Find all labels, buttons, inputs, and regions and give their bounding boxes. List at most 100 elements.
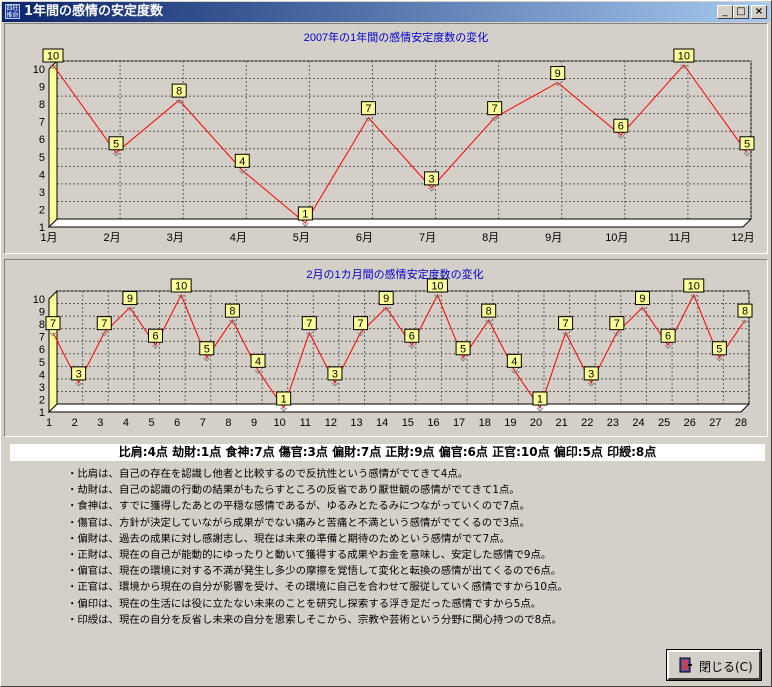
y-tick-label: 4	[39, 169, 45, 181]
x-tick-label: 19	[504, 417, 516, 429]
data-label: 9	[127, 293, 133, 305]
data-label: 7	[357, 318, 363, 330]
data-label: 6	[409, 331, 415, 343]
data-label: 6	[152, 331, 158, 343]
close-window-button[interactable]: ×	[751, 5, 767, 19]
x-tick-label: 5	[148, 417, 154, 429]
x-tick-label: 14	[376, 417, 388, 429]
y-tick-label: 2	[39, 394, 45, 406]
x-tick-label: 1	[46, 417, 52, 429]
close-button[interactable]: 閉じる(C)	[666, 649, 762, 681]
data-label: 3	[332, 368, 338, 380]
x-tick-label: 21	[555, 417, 567, 429]
x-tick-label: 8	[225, 417, 231, 429]
data-label: 3	[428, 173, 434, 185]
data-label: 3	[76, 368, 82, 380]
y-tick-label: 4	[39, 369, 45, 381]
data-label: 8	[176, 86, 182, 98]
data-label: 3	[588, 368, 594, 380]
data-label: 7	[365, 103, 371, 115]
x-tick-label: 3	[97, 417, 103, 429]
title-bar[interactable]: 四柱推命 1年間の感情の安定度数 _ □ ×	[2, 2, 770, 22]
data-label: 8	[486, 306, 492, 318]
x-tick-label: 13	[350, 417, 362, 429]
description-item: ・比肩は、自己の存在を認識し他者と比較するので反抗性という感情がでてきて4点。	[67, 468, 469, 480]
x-tick-label: 11月	[669, 232, 691, 244]
data-label: 8	[742, 306, 748, 318]
data-label: 9	[639, 293, 645, 305]
data-label: 7	[492, 103, 498, 115]
data-label: 9	[555, 68, 561, 80]
description-item: ・印綬は、現在の自分を反省し未来の自分を思索しそこから、宗教や芸術という分野に関…	[67, 613, 562, 626]
description-item: ・正財は、現在の自己が能動的にゆったりと動いて獲得する成果やお金を意味し、安定し…	[67, 548, 552, 561]
maximize-button[interactable]: □	[733, 5, 749, 19]
x-tick-label: 6	[174, 417, 180, 429]
x-tick-label: 1月	[40, 232, 57, 244]
main-window: 四柱推命 1年間の感情の安定度数 _ □ × 2007年の1年間の感情安定度数の…	[0, 0, 772, 687]
data-label: 6	[665, 331, 671, 343]
description-item: ・偏官は、現在の環境に対する不満が発生し多少の摩擦を覚悟して変化と転換の感情が出…	[67, 565, 562, 578]
data-label: 7	[50, 318, 56, 330]
data-label: 1	[537, 394, 543, 406]
door-exit-icon	[679, 657, 692, 673]
plot-floor	[47, 403, 751, 413]
data-label: 5	[744, 138, 750, 150]
x-tick-label: 10	[274, 417, 286, 429]
x-tick-label: 23	[607, 417, 619, 429]
description-item: ・正官は、環境から現在の自分が影響を受け、その環境に自己を合わせて服従していく感…	[67, 581, 568, 594]
description-item: ・傷官は、方針が決定していながら成果がでない痛みと苦痛と不満という感情がでてくる…	[67, 516, 530, 529]
x-tick-label: 4月	[230, 232, 247, 244]
data-label: 9	[383, 293, 389, 305]
x-tick-label: 4	[123, 417, 129, 429]
x-tick-label: 7月	[419, 232, 436, 244]
window-title: 1年間の感情の安定度数	[24, 4, 164, 19]
yearly-chart: 2007年の1年間の感情安定度数の変化 1 2 3 4 5 6 7 8 9 10 1月 2月 3月 4月 5月…	[33, 30, 755, 244]
data-label: 10	[175, 281, 187, 293]
data-label: 10	[431, 281, 443, 293]
data-label: 5	[204, 343, 210, 355]
y-tick-label: 9	[39, 307, 45, 319]
data-label: 10	[47, 51, 59, 63]
y-tick-label: 5	[39, 357, 45, 369]
x-tick-label: 25	[658, 417, 670, 429]
x-tick-label: 10月	[605, 232, 628, 244]
description-list: ・比肩は、自己の存在を認識し他者と比較するので反抗性という感情がでてきて4点。・…	[67, 466, 568, 628]
minimize-button[interactable]: _	[717, 5, 733, 19]
x-tick-label: 16	[427, 417, 439, 429]
x-tick-label: 22	[581, 417, 593, 429]
x-tick-label: 27	[709, 417, 721, 429]
plot-side-wall	[48, 59, 58, 229]
x-tick-label: 9月	[545, 232, 562, 244]
data-label: 5	[113, 138, 119, 150]
x-tick-label: 8月	[482, 232, 499, 244]
data-label: 10	[678, 51, 690, 63]
y-tick-label: 9	[39, 82, 45, 94]
description-item: ・偏財は、過去の成果に対し感謝志し、現在は未来の準備と期待のためという感情がでて…	[67, 532, 511, 545]
app-icon[interactable]: 四柱推命	[5, 4, 20, 19]
data-label: 4	[511, 356, 517, 368]
x-tick-label: 9	[251, 417, 257, 429]
x-tick-label: 11	[300, 417, 311, 429]
x-tick-label: 26	[684, 417, 696, 429]
score-summary: 比肩:4点 劫財:1点 食神:7点 傷官:3点 偏財:7点 正財:9点 偏官:6…	[10, 444, 765, 461]
y-tick-label: 2	[39, 204, 45, 216]
data-label: 1	[302, 209, 308, 221]
y-tick-label: 7	[39, 332, 45, 344]
data-label: 4	[255, 356, 261, 368]
x-tick-label: 28	[735, 417, 747, 429]
x-tick-label: 7	[200, 417, 206, 429]
y-tick-label: 10	[33, 294, 45, 306]
y-tick-label: 8	[39, 319, 45, 331]
x-tick-label: 12月	[731, 232, 754, 244]
x-tick-label: 6月	[356, 232, 373, 244]
y-tick-label: 1	[39, 407, 45, 419]
x-tick-label: 20	[530, 417, 542, 429]
y-tick-label: 3	[39, 382, 45, 394]
x-tick-label: 3月	[167, 232, 184, 244]
x-tick-label: 15	[402, 417, 414, 429]
y-tick-label: 8	[39, 99, 45, 111]
data-label: 6	[618, 121, 624, 133]
y-tick-label: 6	[39, 344, 45, 356]
y-tick-label: 5	[39, 152, 45, 164]
data-label: 5	[460, 343, 466, 355]
